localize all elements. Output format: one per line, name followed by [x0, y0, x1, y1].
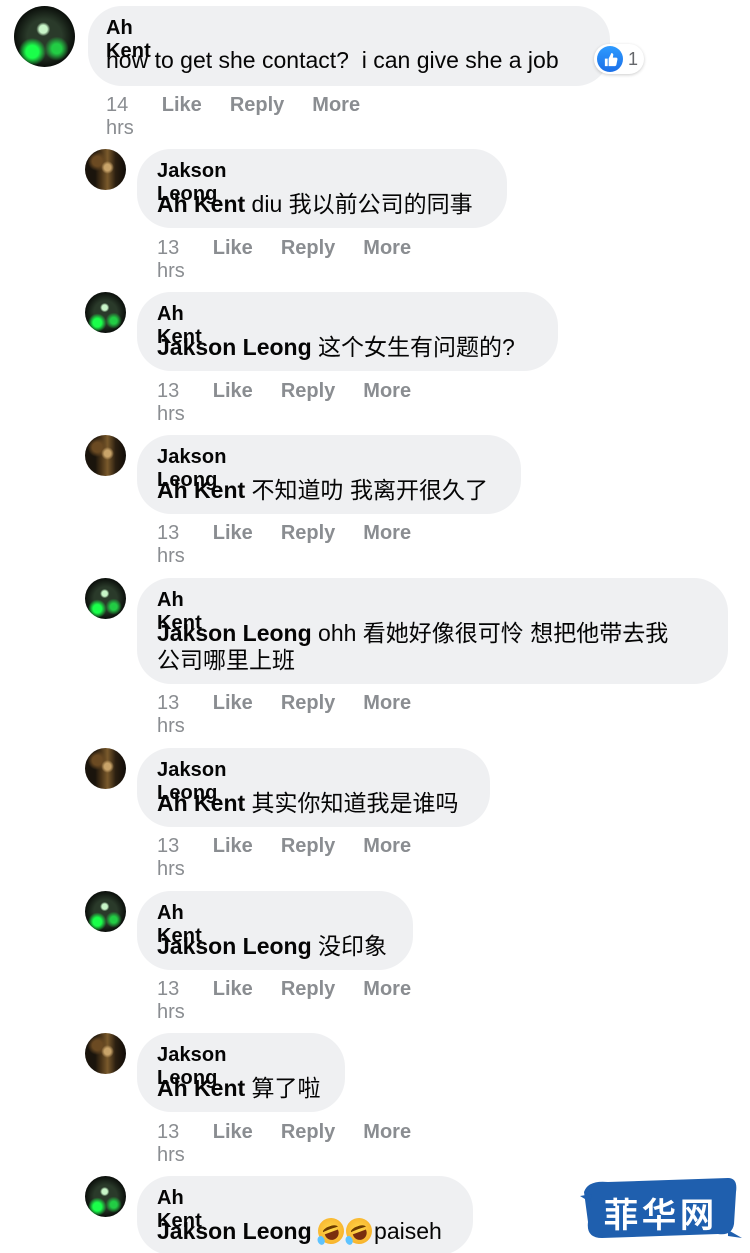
reply-button[interactable]: Reply — [281, 692, 335, 738]
reply-button[interactable]: Reply — [230, 94, 284, 140]
mention-link[interactable]: Jakson Leong — [157, 334, 312, 360]
reply-button[interactable]: Reply — [281, 522, 335, 568]
comment-actions: 13 hrs Like Reply More — [157, 692, 439, 738]
more-button[interactable]: More — [363, 692, 411, 738]
comment-actions: 14 hrs Like Reply More — [106, 94, 388, 140]
comment-text: Jakson Leong ohh 看她好像很可怜 想把他带去我 — [157, 620, 669, 646]
mention-link[interactable]: Ah Kent — [157, 1075, 245, 1101]
reply-button[interactable]: Reply — [281, 835, 335, 881]
comment-actions: 13 hrs Like Reply More — [157, 1121, 439, 1167]
like-button[interactable]: Like — [213, 1121, 253, 1167]
comment-actions: 13 hrs Like Reply More — [157, 380, 439, 426]
mention-link[interactable]: Jakson Leong — [157, 620, 312, 646]
comment-time[interactable]: 14 hrs — [106, 94, 134, 140]
comment-actions: 13 hrs Like Reply More — [157, 978, 439, 1024]
like-button[interactable]: Like — [213, 835, 253, 881]
reaction-count: 1 — [628, 48, 639, 69]
comment-text: Jakson Leong paiseh — [157, 1214, 442, 1248]
comment-text: Jakson Leong 这个女生有问题的? — [157, 334, 515, 360]
comment-text: Jakson Leong 没印象 — [157, 933, 388, 959]
more-button[interactable]: More — [363, 380, 411, 426]
reply-button[interactable]: Reply — [281, 380, 335, 426]
more-button[interactable]: More — [363, 1121, 411, 1167]
comment-text: Ah Kent 算了啦 — [157, 1075, 321, 1101]
more-button[interactable]: More — [363, 522, 411, 568]
more-button[interactable]: More — [363, 978, 411, 1024]
like-button[interactable]: Like — [213, 978, 253, 1024]
comment-text: Ah Kent 不知道叻 我离开很久了 — [157, 477, 488, 503]
comment-actions: 13 hrs Like Reply More — [157, 237, 439, 283]
comment-text: Ah Kent diu 我以前公司的同事 — [157, 191, 473, 217]
watermark-text: 菲华网 — [604, 1196, 718, 1236]
like-button[interactable]: Like — [213, 692, 253, 738]
rolling-laughing-emoji — [342, 1214, 376, 1248]
reply-button[interactable]: Reply — [281, 978, 335, 1024]
avatar[interactable] — [14, 6, 75, 67]
more-button[interactable]: More — [363, 835, 411, 881]
comment-time[interactable]: 13 hrs — [157, 692, 185, 738]
comment-time[interactable]: 13 hrs — [157, 1121, 185, 1167]
comment-time[interactable]: 13 hrs — [157, 522, 185, 568]
avatar[interactable] — [85, 292, 126, 333]
avatar[interactable] — [85, 891, 126, 932]
watermark-logo: 菲华网 — [578, 1172, 743, 1244]
avatar[interactable] — [85, 1176, 126, 1217]
comment-text: Ah Kent 其实你知道我是谁吗 — [157, 790, 459, 816]
comment-actions: 13 hrs Like Reply More — [157, 835, 439, 881]
reaction-badge[interactable]: 1 — [594, 44, 645, 74]
mention-link[interactable]: Ah Kent — [157, 477, 245, 503]
comment-time[interactable]: 13 hrs — [157, 835, 185, 881]
like-button[interactable]: Like — [162, 94, 202, 140]
comment-text: how to get she contact? i can give she a… — [106, 47, 559, 73]
like-button[interactable]: Like — [213, 522, 253, 568]
avatar[interactable] — [85, 435, 126, 476]
like-button[interactable]: Like — [213, 237, 253, 283]
comment-actions: 13 hrs Like Reply More — [157, 522, 439, 568]
mention-link[interactable]: Ah Kent — [157, 790, 245, 816]
like-icon — [597, 46, 623, 72]
comment-time[interactable]: 13 hrs — [157, 380, 185, 426]
avatar[interactable] — [85, 149, 126, 190]
comment-text-line2: 公司哪里上班 — [157, 647, 295, 673]
mention-link[interactable]: Ah Kent — [157, 191, 245, 217]
comment-time[interactable]: 13 hrs — [157, 237, 185, 283]
mention-link[interactable]: Jakson Leong — [157, 1218, 312, 1244]
rolling-laughing-emoji — [314, 1214, 348, 1248]
more-button[interactable]: More — [312, 94, 360, 140]
mention-link[interactable]: Jakson Leong — [157, 933, 312, 959]
avatar[interactable] — [85, 578, 126, 619]
reply-button[interactable]: Reply — [281, 1121, 335, 1167]
more-button[interactable]: More — [363, 237, 411, 283]
avatar[interactable] — [85, 1033, 126, 1074]
comment-time[interactable]: 13 hrs — [157, 978, 185, 1024]
reply-button[interactable]: Reply — [281, 237, 335, 283]
like-button[interactable]: Like — [213, 380, 253, 426]
avatar[interactable] — [85, 748, 126, 789]
